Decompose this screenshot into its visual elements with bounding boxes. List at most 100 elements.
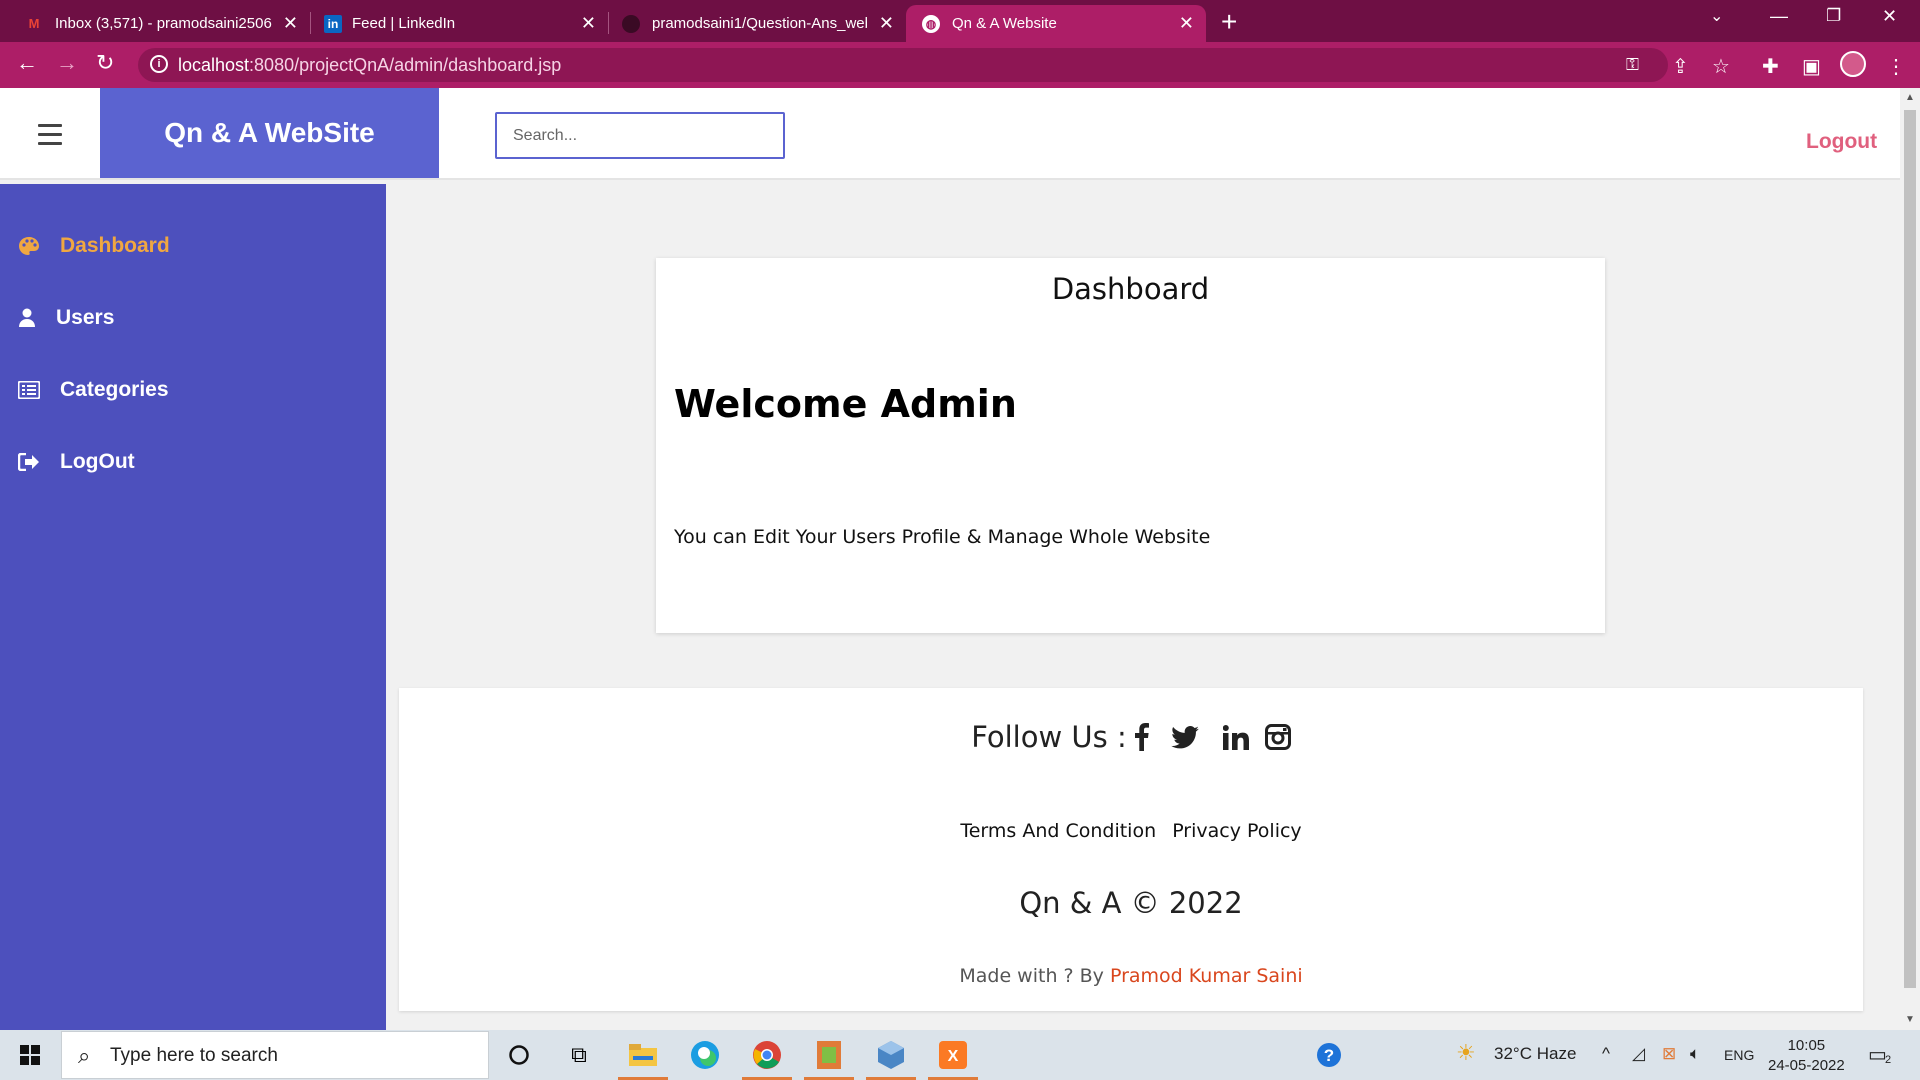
welcome-text: You can Edit Your Users Profile & Manage… (674, 526, 1211, 548)
svg-text:X: X (948, 1048, 959, 1065)
instagram-icon[interactable] (1264, 724, 1291, 750)
reload-icon[interactable]: ↻ (96, 50, 114, 76)
author-link[interactable]: Pramod Kumar Saini (1110, 965, 1303, 987)
close-icon[interactable]: ✕ (1179, 13, 1194, 34)
welcome-heading: Welcome Admin (674, 382, 1017, 426)
user-icon (18, 308, 36, 328)
weather-icon[interactable]: ☀ (1456, 1040, 1476, 1066)
bookmark-star-icon[interactable]: ☆ (1712, 54, 1730, 79)
dashboard-card: Dashboard Welcome Admin You can Edit You… (656, 258, 1605, 633)
footer-links: Terms And Condition Privacy Policy (399, 820, 1863, 842)
twitter-icon[interactable] (1170, 725, 1199, 749)
svg-text:?: ? (1324, 1046, 1334, 1065)
windows-taskbar: ⌕ Type here to search ⧉ X ? ☀ 32°C Haze … (0, 1030, 1920, 1080)
footer: Follow Us : Terms And Condition Privacy … (399, 688, 1863, 1011)
sidebar-item-users[interactable]: Users (18, 306, 114, 330)
page-scrollbar[interactable]: ▲ ▼ (1900, 88, 1920, 1030)
browser-tab-bar: M Inbox (3,571) - pramodsaini2506 ✕ in F… (0, 0, 1920, 42)
sidebar-item-dashboard[interactable]: Dashboard (18, 234, 170, 258)
address-bar[interactable]: i localhost:8080/projectQnA/admin/dashbo… (138, 48, 1668, 82)
volume-icon[interactable]: 🔈︎ (1690, 1044, 1700, 1064)
file-explorer-icon[interactable] (618, 1038, 668, 1080)
url-text[interactable]: localhost:8080/projectQnA/admin/dashboar… (178, 55, 561, 76)
sidebar-item-label: Dashboard (60, 234, 170, 257)
clock[interactable]: 10:05 24-05-2022 (1768, 1036, 1845, 1076)
follow-us: Follow Us : (399, 720, 1863, 754)
sidebar-item-label: LogOut (60, 450, 135, 473)
site-brand[interactable]: Qn & A WebSite (100, 88, 439, 178)
side-panel-icon[interactable]: ▣ (1802, 54, 1821, 79)
chrome-icon[interactable] (742, 1038, 792, 1080)
sign-out-icon (18, 452, 40, 472)
new-tab-icon[interactable]: + (1221, 6, 1237, 38)
terms-link[interactable]: Terms And Condition (960, 820, 1156, 842)
made-with-prefix: Made with ? By (959, 965, 1104, 987)
card-title: Dashboard (1051, 272, 1210, 306)
help-icon[interactable]: ? (1312, 1038, 1346, 1072)
window-close-icon[interactable]: ✕ (1882, 6, 1897, 27)
browser-toolbar: ← → ↻ i localhost:8080/projectQnA/admin/… (0, 42, 1920, 88)
taskbar-search[interactable]: ⌕ Type here to search (61, 1031, 489, 1079)
sidebar-item-label: Categories (60, 378, 169, 401)
tab-gmail[interactable]: M Inbox (3,571) - pramodsaini2506 ✕ (0, 5, 310, 42)
scrollbar-thumb[interactable] (1904, 110, 1916, 988)
tab-linkedin[interactable]: in Feed | LinkedIn ✕ (310, 5, 608, 42)
sidebar-item-categories[interactable]: Categories (18, 378, 169, 402)
clock-time: 10:05 (1787, 1037, 1826, 1054)
globe-icon: ◍ (922, 14, 940, 33)
tab-title: pramodsaini1/Question-Ans_web (652, 15, 867, 32)
windows-start-icon[interactable] (20, 1045, 40, 1065)
github-icon (622, 14, 640, 33)
menu-kebab-icon[interactable]: ⋮ (1886, 54, 1906, 79)
follow-label: Follow Us : (971, 720, 1127, 754)
close-icon[interactable]: ✕ (879, 13, 894, 34)
search-input[interactable] (495, 112, 785, 159)
site-info-icon[interactable]: i (150, 55, 168, 73)
share-icon[interactable]: ⇪ (1672, 54, 1689, 79)
privacy-link[interactable]: Privacy Policy (1172, 820, 1301, 842)
close-icon[interactable]: ✕ (581, 13, 596, 34)
notification-count: 2 (1885, 1054, 1892, 1066)
tab-search-icon[interactable]: ⌄ (1710, 6, 1723, 26)
hamburger-menu-icon[interactable] (38, 124, 62, 151)
linkedin-icon: in (324, 14, 342, 33)
list-icon (18, 380, 40, 400)
tab-title: Qn & A Website (952, 15, 1057, 32)
clock-date: 24-05-2022 (1768, 1057, 1845, 1074)
site-header: Qn & A WebSite Logout (0, 88, 1900, 180)
xampp-icon[interactable]: X (928, 1038, 978, 1080)
logout-link[interactable]: Logout (1806, 130, 1877, 154)
facebook-icon[interactable] (1134, 723, 1149, 751)
minimize-icon[interactable]: — (1770, 6, 1788, 27)
scroll-up-icon[interactable]: ▲ (1905, 92, 1915, 103)
weather-text[interactable]: 32°C Haze (1494, 1044, 1576, 1064)
tray-chevron-icon[interactable]: ^ (1602, 1044, 1610, 1064)
tab-github[interactable]: pramodsaini1/Question-Ans_web ✕ (608, 5, 906, 42)
page-content: Qn & A WebSite Logout Dashboard Users Ca… (0, 88, 1900, 1030)
language-indicator[interactable]: ENG (1724, 1047, 1754, 1063)
restore-icon[interactable]: ❐ (1826, 6, 1841, 26)
tab-qna-website[interactable]: ◍ Qn & A Website ✕ (906, 5, 1206, 42)
extensions-icon[interactable]: ✚ (1762, 54, 1779, 79)
password-key-icon[interactable]: ⚿ (1626, 55, 1639, 75)
back-icon[interactable]: ← (16, 50, 38, 76)
virtualbox-icon[interactable] (866, 1038, 916, 1080)
taskbar-search-placeholder: Type here to search (110, 1045, 278, 1066)
profile-avatar[interactable] (1840, 51, 1866, 77)
sidebar-item-logout[interactable]: LogOut (18, 450, 135, 474)
notepad-app-icon[interactable] (804, 1038, 854, 1080)
sidebar-item-label: Users (56, 306, 115, 329)
network-icon[interactable]: ◿ (1632, 1044, 1645, 1064)
made-with: Made with ? By Pramod Kumar Saini (399, 965, 1863, 987)
cortana-icon[interactable] (502, 1038, 536, 1072)
forward-icon[interactable]: → (56, 50, 78, 76)
tab-title: Inbox (3,571) - pramodsaini2506 (55, 15, 272, 32)
edge-icon[interactable] (688, 1038, 722, 1072)
linkedin-icon[interactable] (1222, 724, 1249, 750)
xampp-tray-icon[interactable]: ⊠ (1662, 1044, 1676, 1064)
scroll-down-icon[interactable]: ▼ (1905, 1014, 1915, 1025)
search-icon: ⌕ (78, 1043, 91, 1068)
task-view-icon[interactable]: ⧉ (562, 1038, 596, 1072)
close-icon[interactable]: ✕ (283, 13, 298, 34)
gmail-icon: M (28, 16, 40, 31)
